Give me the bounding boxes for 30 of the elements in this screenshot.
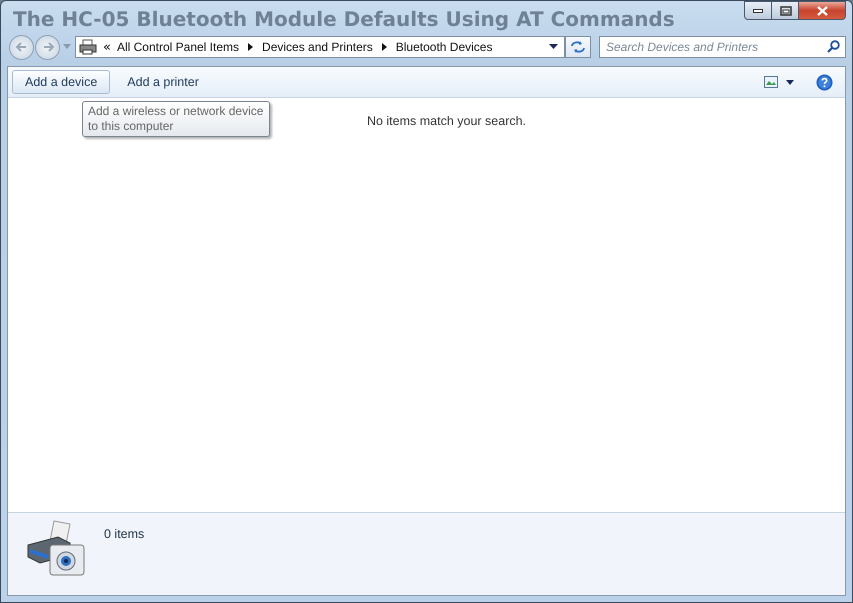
tooltip: Add a wireless or network device to this computer	[82, 101, 270, 137]
background-title: The HC-05 Bluetooth Module Defaults Using AT Commands	[13, 7, 675, 31]
breadcrumb-item[interactable]: Devices and Printers	[262, 40, 373, 54]
help-icon[interactable]	[816, 74, 833, 90]
close-button[interactable]	[799, 1, 846, 20]
search-icon	[827, 40, 840, 53]
toolbar-button[interactable]: Add a device	[12, 70, 110, 94]
maximize-button[interactable]	[772, 1, 799, 20]
minimize-icon	[753, 8, 763, 12]
item-count: 0 items	[104, 527, 144, 541]
minimize-button[interactable]	[744, 1, 772, 20]
breadcrumb-overflow[interactable]: «	[103, 40, 111, 54]
dropdown-caret-icon[interactable]	[549, 44, 558, 50]
empty-message: No items match your search.	[366, 114, 526, 130]
change-view-button[interactable]	[764, 76, 794, 88]
breadcrumb-item[interactable]: Bluetooth Devices	[396, 40, 492, 54]
search-field[interactable]: Search Devices and Printers	[599, 36, 846, 58]
close-icon	[814, 4, 830, 16]
picture-view-icon	[764, 76, 778, 88]
toolbar-button[interactable]: Add a printer	[114, 70, 212, 94]
printer-icon	[79, 39, 97, 55]
address-bar[interactable]: « All Control Panel Items Devices and Printers Bluetooth Devices	[75, 36, 565, 58]
breadcrumb-item[interactable]: All Control Panel Items	[116, 40, 240, 54]
back-arrow-icon	[14, 40, 28, 54]
refresh-arrows-icon	[570, 40, 586, 54]
maximize-icon	[778, 4, 792, 16]
breadcrumb-arrow-icon[interactable]	[382, 43, 387, 51]
refresh-button[interactable]	[565, 36, 591, 58]
caret-icon	[786, 80, 794, 84]
breadcrumb-arrow-icon[interactable]	[248, 43, 254, 51]
